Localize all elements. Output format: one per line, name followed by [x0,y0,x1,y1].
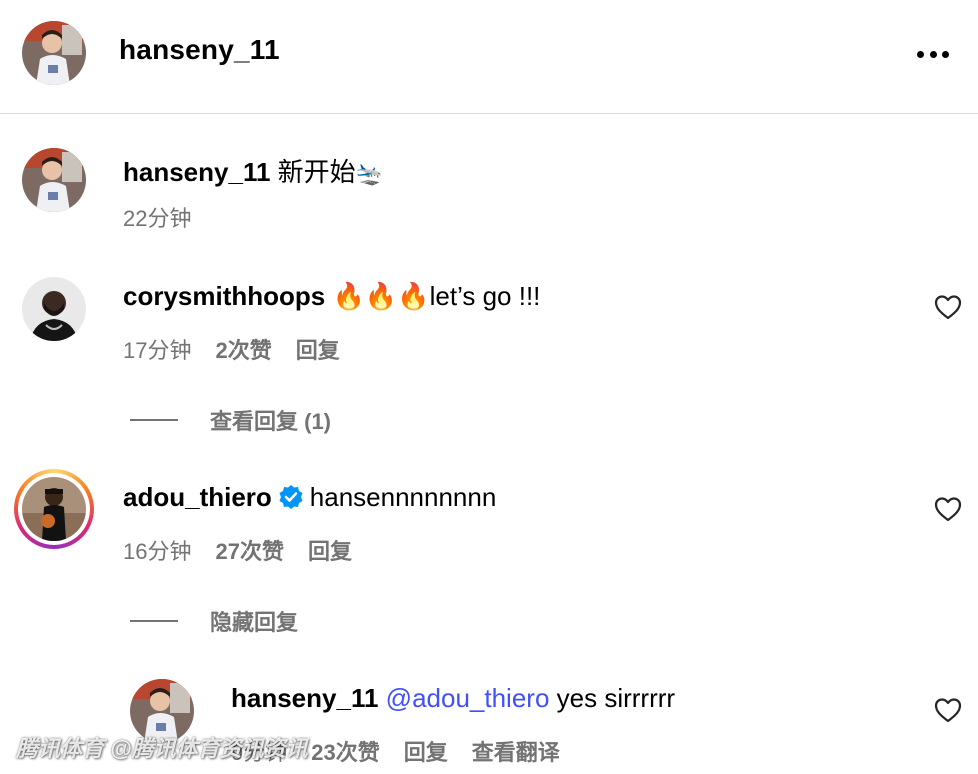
hide-replies-button[interactable]: 隐藏回复 [130,605,298,637]
reply-mention-link[interactable]: @adou_thiero [386,683,550,713]
more-dot [929,50,937,58]
reply-username[interactable]: hanseny_11 [231,683,378,713]
caption-text: 新开始 [277,157,356,187]
thread-line [130,620,178,622]
reply-likes[interactable]: 23次赞 [311,735,379,767]
caption-time[interactable]: 22分钟 [123,201,191,233]
comment-username[interactable]: adou_thiero [123,482,272,512]
heart-icon[interactable] [934,294,962,320]
comment-avatar-adou_thiero[interactable] [22,477,86,541]
heart-icon[interactable] [934,496,962,522]
reply-time[interactable]: 9分钟 [231,735,287,767]
post-header: hanseny_11 [0,0,978,114]
thread-line [130,419,178,421]
reply-avatar[interactable] [130,679,194,743]
caption-username[interactable]: hanseny_11 [123,157,270,187]
view-replies-button[interactable]: 查看回复 (1) [130,404,331,436]
comment-text: hansennnnnnnn [309,482,497,512]
profile-photo-icon [22,277,86,341]
comment-meta: 17分钟 2次赞 回复 [123,333,364,365]
more-dot [942,50,949,58]
comment-time[interactable]: 17分钟 [123,333,191,365]
heart-icon[interactable] [934,697,962,723]
reply-button[interactable]: 回复 [404,735,448,767]
reply-line: hanseny_11 @adou_thiero yes sirrrrrr [231,683,675,714]
comment-likes[interactable]: 27次赞 [215,534,283,566]
verified-badge-icon [279,485,303,509]
comment-line: corysmithhoops 🔥🔥🔥let’s go !!! [123,281,540,312]
player-photo-icon [130,679,194,743]
more-horizontal-icon [917,50,924,58]
comment-avatar-corysmithhoops[interactable] [22,277,86,341]
comment-time[interactable]: 16分钟 [123,534,191,566]
reply-button[interactable]: 回复 [296,333,340,365]
profile-photo-icon [22,477,86,541]
caption-avatar[interactable] [22,148,86,212]
comment-likes[interactable]: 2次赞 [215,333,271,365]
player-photo-icon [22,148,86,212]
reply-text: yes sirrrrrr [556,683,676,713]
reply-button[interactable]: 回复 [308,534,352,566]
comment-text: 🔥🔥🔥let’s go !!! [332,281,541,311]
header-username[interactable]: hanseny_11 [119,34,280,66]
reply-meta: 9分钟 23次赞 回复 查看翻译 [231,735,584,767]
player-photo-icon [22,21,86,85]
more-options-button[interactable] [913,40,953,68]
comment-meta: 16分钟 27次赞 回复 [123,534,376,566]
hide-replies-label: 隐藏回复 [210,610,299,635]
caption-line: hanseny_11 新开始🛬 [123,152,383,189]
avatar[interactable] [22,21,86,85]
comment-username[interactable]: corysmithhoops [123,281,325,311]
caption-meta: 22分钟 [123,201,215,233]
view-replies-label: 查看回复 (1) [210,409,332,434]
comment-line: adou_thiero hansennnnnnnn [123,482,496,513]
see-translation-button[interactable]: 查看翻译 [472,735,560,767]
airplane-arrival-icon: 🛬 [355,161,384,186]
